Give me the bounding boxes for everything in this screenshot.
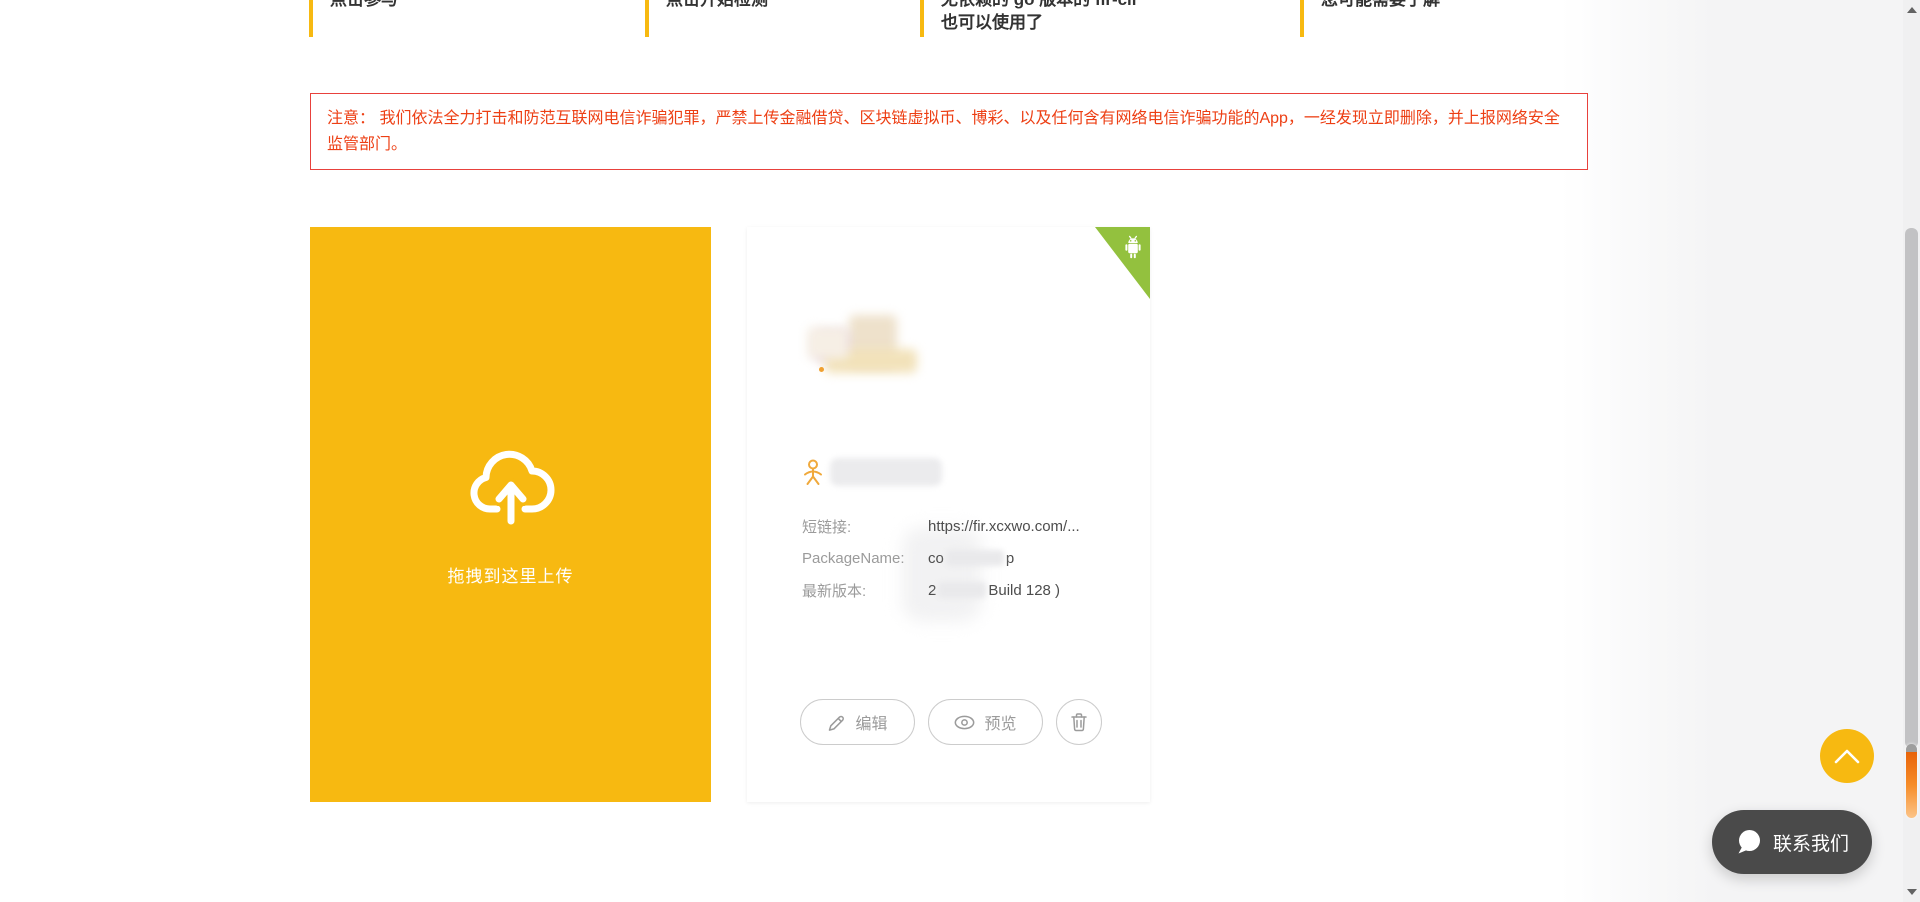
top-column-3-title: 无依赖的 go 版本的 fir-cli xyxy=(941,0,1230,11)
android-icon xyxy=(1122,235,1144,260)
cloud-upload-icon xyxy=(463,443,559,527)
contact-us-label: 联系我们 xyxy=(1773,829,1849,856)
app-owner-row xyxy=(802,457,942,487)
scrollbar-thumb[interactable] xyxy=(1905,228,1918,748)
top-column-3-subtitle: 也可以使用了 xyxy=(941,12,1230,34)
top-column-1-title: 点击参与 xyxy=(330,0,639,11)
person-icon xyxy=(802,459,824,486)
chevron-up-icon xyxy=(1832,747,1862,765)
field-latest-version-label: 最新版本: xyxy=(802,580,928,601)
top-column-4: 您可能需要了解 xyxy=(1300,0,1560,37)
top-column-4-title: 您可能需要了解 xyxy=(1321,0,1560,11)
version-redacted xyxy=(938,582,986,598)
app-name-redacted xyxy=(830,458,942,486)
field-package-name-label: PackageName: xyxy=(802,550,928,567)
field-latest-version: 最新版本: 2Build 128 ) xyxy=(802,579,1122,601)
field-package-name: PackageName: cop xyxy=(802,547,1122,569)
top-column-3: 无依赖的 go 版本的 fir-cli 也可以使用了 xyxy=(920,0,1230,37)
top-column-2-title: 点击开始检测 xyxy=(666,0,915,11)
edit-button-label: 编辑 xyxy=(855,710,887,734)
field-short-link-label: 短链接: xyxy=(802,516,928,537)
trash-icon xyxy=(1070,712,1088,732)
contact-us-button[interactable]: 联系我们 xyxy=(1712,810,1872,874)
preview-button-label: 预览 xyxy=(984,710,1016,734)
chat-bubble-icon xyxy=(1735,828,1763,856)
field-latest-version-value: 2Build 128 ) xyxy=(928,582,1060,599)
back-to-top-button[interactable] xyxy=(1820,729,1874,783)
scrollbar-down-arrow[interactable] xyxy=(1903,884,1920,900)
upload-drop-label: 拖拽到这里上传 xyxy=(310,562,711,587)
app-card: 短链接: https://fir.xcxwo.com/... PackageNa… xyxy=(747,227,1150,802)
delete-button[interactable] xyxy=(1056,699,1102,745)
app-icon-redacted xyxy=(807,315,932,377)
field-short-link-value[interactable]: https://fir.xcxwo.com/... xyxy=(928,518,1080,535)
preview-button[interactable]: 预览 xyxy=(928,699,1043,745)
upload-dropzone[interactable]: 拖拽到这里上传 xyxy=(310,227,711,802)
card-actions: 编辑 预览 xyxy=(800,699,1102,745)
package-name-redacted xyxy=(946,550,1004,566)
pencil-icon xyxy=(827,713,846,732)
scroll-position-marker xyxy=(1906,744,1917,818)
top-column-2: 点击开始检测 xyxy=(645,0,915,37)
eye-icon xyxy=(954,715,975,730)
scrollbar-up-arrow[interactable] xyxy=(1903,2,1920,18)
field-package-name-value: cop xyxy=(928,550,1014,567)
scrollbar[interactable] xyxy=(1903,0,1920,902)
fraud-warning-notice: 注意： 我们依法全力打击和防范互联网电信诈骗犯罪，严禁上传金融借贷、区块链虚拟币… xyxy=(310,93,1588,170)
edit-button[interactable]: 编辑 xyxy=(800,699,915,745)
top-column-1: 点击参与 xyxy=(309,0,639,37)
page: 点击参与 点击开始检测 无依赖的 go 版本的 fir-cli 也可以使用了 您… xyxy=(0,0,1920,902)
field-short-link: 短链接: https://fir.xcxwo.com/... xyxy=(802,515,1122,537)
fraud-warning-text: 注意： 我们依法全力打击和防范互联网电信诈骗犯罪，严禁上传金融借贷、区块链虚拟币… xyxy=(327,110,1560,153)
redaction-blob xyxy=(902,527,982,622)
